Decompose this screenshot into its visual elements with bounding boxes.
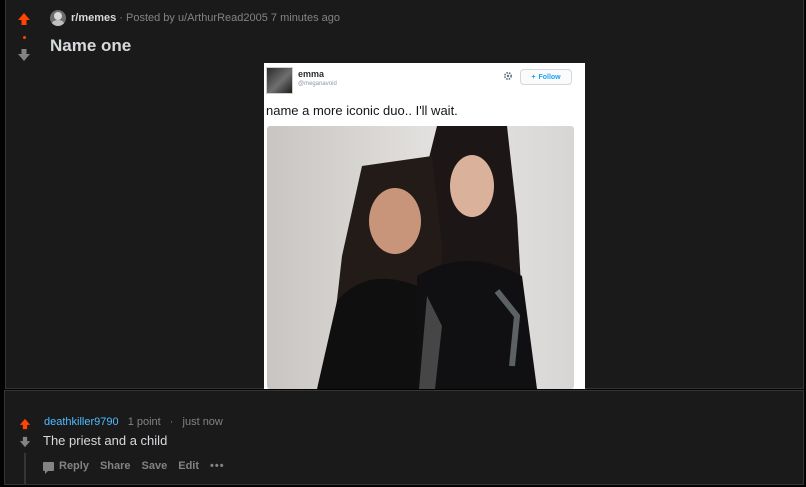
post-title[interactable]: Name one xyxy=(50,36,131,56)
downvote-arrow-icon[interactable] xyxy=(17,48,31,62)
vote-score-dot xyxy=(22,36,26,39)
comment-vote-column xyxy=(19,418,31,454)
comment-meta: deathkiller9790 1 point · just now xyxy=(44,416,223,428)
post-card: r/memes · Posted by u/ArthurRead2005 7 m… xyxy=(5,0,804,389)
post-meta: r/memes · Posted by u/ArthurRead2005 7 m… xyxy=(50,9,340,27)
comment-author-link[interactable]: deathkiller9790 xyxy=(44,416,119,428)
comment-body: The priest and a child xyxy=(43,433,168,448)
chat-bubble-icon xyxy=(43,461,54,474)
tweet-avatar xyxy=(266,67,293,94)
thread-line[interactable] xyxy=(24,453,26,485)
comment-actions: Reply Share Save Edit ••• xyxy=(43,460,236,474)
tweet-text: name a more iconic duo.. I'll wait. xyxy=(266,103,458,118)
photo-two-women xyxy=(267,126,574,389)
follow-label: Follow xyxy=(538,73,561,81)
subreddit-avatar-icon[interactable] xyxy=(50,10,66,26)
reply-button[interactable]: Reply xyxy=(43,460,89,474)
upvote-arrow-icon[interactable] xyxy=(17,12,31,26)
follow-person-icon: + xyxy=(531,73,536,81)
comment-downvote-arrow-icon[interactable] xyxy=(19,436,31,448)
edit-button[interactable]: Edit xyxy=(178,460,199,472)
more-options-icon[interactable]: ••• xyxy=(210,460,225,472)
post-image[interactable]: emma @meganavoid + Follow name a more ic… xyxy=(264,63,585,389)
comment-upvote-arrow-icon[interactable] xyxy=(19,418,31,430)
posted-by-text: · Posted by u/ArthurRead2005 7 minutes a… xyxy=(119,12,341,24)
tweet-follow-button: + Follow xyxy=(520,69,572,85)
meta-separator: · xyxy=(169,416,174,428)
save-button[interactable]: Save xyxy=(142,460,168,472)
gear-icon xyxy=(503,71,513,81)
comment: deathkiller9790 1 point · just now The p… xyxy=(4,390,804,485)
post-vote-column xyxy=(17,12,31,62)
tweet-display-name: emma xyxy=(298,69,325,79)
share-button[interactable]: Share xyxy=(100,460,131,472)
subreddit-link[interactable]: r/memes xyxy=(71,12,116,24)
reply-label: Reply xyxy=(59,460,89,472)
comment-time[interactable]: just now xyxy=(183,416,223,428)
tweet-handle: @meganavoid xyxy=(298,81,337,87)
comment-score: 1 point xyxy=(127,416,161,428)
